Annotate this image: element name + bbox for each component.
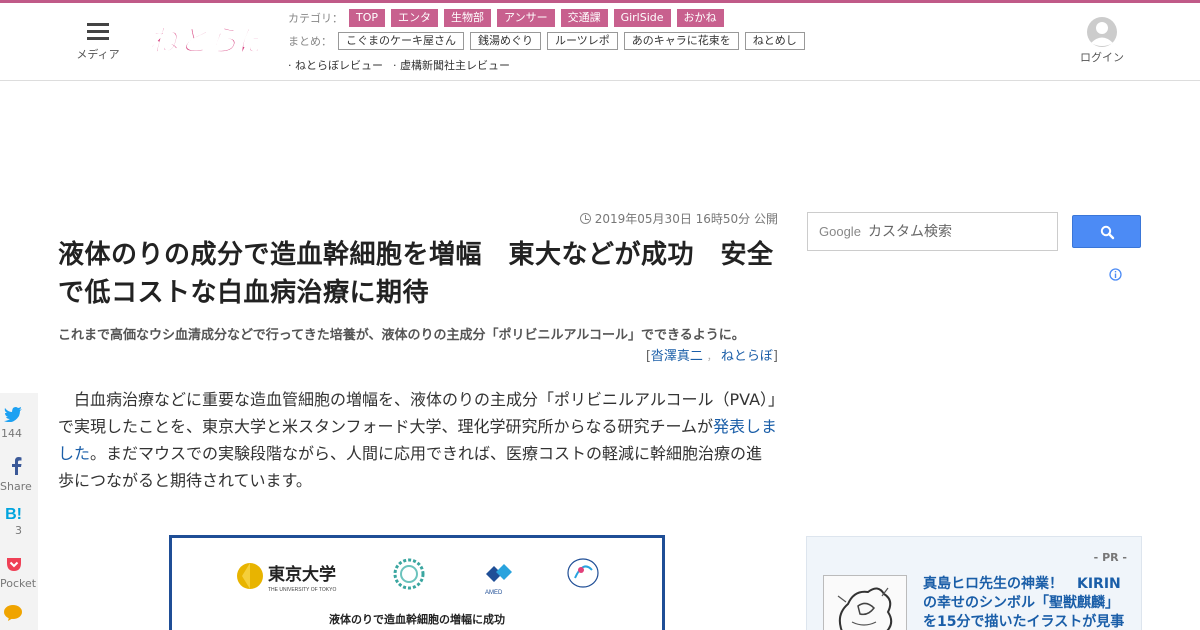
summary-netomeshi[interactable]: ねとめし [744, 32, 805, 50]
riken-emblem-icon [393, 558, 425, 590]
article-byline: [沓澤真二，ねとらぼ] [58, 345, 778, 364]
svg-text:東京大学: 東京大学 [268, 564, 336, 585]
category-okane[interactable]: おかね [676, 9, 724, 27]
author-link[interactable]: 沓澤真二 [651, 349, 703, 364]
pr-label: - PR - [1093, 551, 1127, 564]
amed-logo-icon: AMED [485, 564, 512, 596]
login-label: ログイン [1080, 51, 1124, 64]
line-share-button[interactable] [0, 605, 38, 625]
facebook-icon [12, 457, 22, 475]
category-top[interactable]: TOP [349, 9, 386, 27]
clock-icon [579, 213, 591, 224]
body-text-before-link: 白血病治療などに重要な造血管細胞の増幅を、液体のりの主成分「ポリビニルアルコール… [58, 390, 777, 436]
site-logo[interactable]: ねとらぼ [146, 15, 275, 65]
figure-logos: 東京大学 THE UNIVERSITY OF TOKYO AMED [237, 558, 599, 596]
search-icon [1100, 225, 1115, 240]
kirin-illustration-thumbnail [837, 587, 893, 630]
pocket-label: Pocket [0, 577, 37, 590]
category-enta[interactable]: エンタ [391, 9, 439, 27]
google-brand-label: Google [819, 224, 861, 239]
pr-sidebar-box: - PR - 真島ヒロ先生の神業！ KIRINの幸せのシンボル「聖獣麒麟」を15… [806, 536, 1142, 630]
article-figure[interactable]: 東京大学 THE UNIVERSITY OF TOKYO AMED 液体のりで造… [169, 535, 665, 630]
share-sidebar: 144 Share B! 3 Pocket [0, 393, 38, 630]
line-speech-bubble-icon [4, 605, 22, 621]
category-girlside[interactable]: GirlSide [613, 9, 671, 27]
article-headline: 液体のりの成分で造血幹細胞を増幅 東大などが成功 安全で低コストな白血病治療に期… [58, 240, 774, 308]
svg-text:THE UNIVERSITY OF TOKYO: THE UNIVERSITY OF TOKYO [268, 587, 336, 593]
ad-space [0, 82, 1200, 204]
summary-label: まとめ： [288, 35, 332, 48]
svg-text:AMED: AMED [485, 590, 503, 596]
byline-separator: ， [706, 352, 717, 363]
category-nav: カテゴリ： TOP エンタ 生物部 アンサー 交通課 GirlSide おかね [288, 9, 730, 27]
article-body-paragraph: 白血病治療などに重要な造血管細胞の増幅を、液体のりの主成分「ポリビニルアルコール… [58, 386, 778, 494]
pocket-icon [7, 558, 21, 571]
custom-search-box: Google [807, 212, 1058, 251]
regenerative-medicine-logo-icon [567, 558, 599, 588]
summary-chara-hanataba[interactable]: あのキャラに花束を [623, 32, 739, 50]
media-menu-button[interactable]: メディア [72, 21, 124, 65]
publish-date: 2019年05月30日 16時50分 公開 [58, 210, 778, 230]
publisher-link[interactable]: ねとらぼ [721, 349, 773, 364]
utokyo-logo-icon: 東京大学 THE UNIVERSITY OF TOKYO [237, 563, 336, 593]
summary-koguma-cake[interactable]: こぐまのケーキ屋さん [338, 32, 464, 50]
summary-nav: まとめ： こぐまのケーキ屋さん 銭湯めぐり ルーツレポ あのキャラに花束を ねと… [288, 32, 811, 50]
media-menu-label: メディア [76, 48, 120, 61]
twitter-icon [4, 407, 22, 423]
summary-roots-repo[interactable]: ルーツレポ [547, 32, 618, 50]
ad-info-icon[interactable] [1109, 268, 1122, 281]
summary-sento[interactable]: 銭湯めぐり [470, 32, 541, 50]
hatena-bookmark-count: 3 [15, 524, 22, 537]
review-nav: · ねとらぼレビュー · 虚構新聞社主レビュー [288, 57, 520, 73]
category-answer[interactable]: アンサー [497, 9, 555, 27]
publish-date-text: 2019年05月30日 16時50分 公開 [594, 212, 778, 226]
pr-thumbnail[interactable] [823, 575, 907, 630]
facebook-share-label: Share [0, 480, 32, 493]
site-header: メディア ねとらぼ カテゴリ： TOP エンタ 生物部 アンサー 交通課 Gir… [0, 3, 1200, 81]
category-seibutsubu[interactable]: 生物部 [444, 9, 492, 27]
twitter-share-button[interactable]: 144 [0, 407, 38, 440]
pr-article-link[interactable]: 真島ヒロ先生の神業！ KIRINの幸せのシンボル「聖獣麒麟」を15分で描いたイラ… [923, 575, 1131, 630]
search-input[interactable] [868, 213, 1054, 250]
article: 2019年05月30日 16時50分 公開 液体のりの成分で造血幹細胞を増幅 東… [58, 210, 778, 494]
article-subhead: これまで高価なウシ血清成分などで行ってきた培養が、液体のりの主成分「ポリビニルア… [58, 328, 745, 343]
user-avatar-icon [1087, 17, 1117, 47]
twitter-share-count: 144 [1, 427, 22, 440]
category-label: カテゴリ： [288, 12, 343, 25]
hamburger-icon [87, 21, 109, 41]
hatena-bookmark-button[interactable]: B! 3 [0, 506, 38, 538]
pocket-save-button[interactable]: Pocket [0, 557, 38, 590]
logo-image: ねとらぼ [148, 24, 275, 60]
review-link-netorabo[interactable]: · ねとらぼレビュー [288, 57, 383, 73]
svg-text:ねとらぼ: ねとらぼ [148, 24, 258, 59]
byline-close-bracket: ] [772, 349, 778, 364]
facebook-share-button[interactable]: Share [0, 457, 38, 493]
review-link-kyoko[interactable]: · 虚構新聞社主レビュー [393, 57, 510, 73]
hatena-bookmark-icon: B! [5, 506, 22, 523]
body-text-after-link: 。まだマウスでの実験段階ながら、人間に応用できれば、医療コストの軽減に幹細胞治療… [58, 444, 763, 490]
category-koutsuka[interactable]: 交通課 [560, 9, 608, 27]
login-button[interactable]: ログイン [1076, 17, 1128, 65]
search-button[interactable] [1072, 215, 1141, 248]
figure-caption: 液体のりで造血幹細胞の増幅に成功 [329, 613, 505, 626]
